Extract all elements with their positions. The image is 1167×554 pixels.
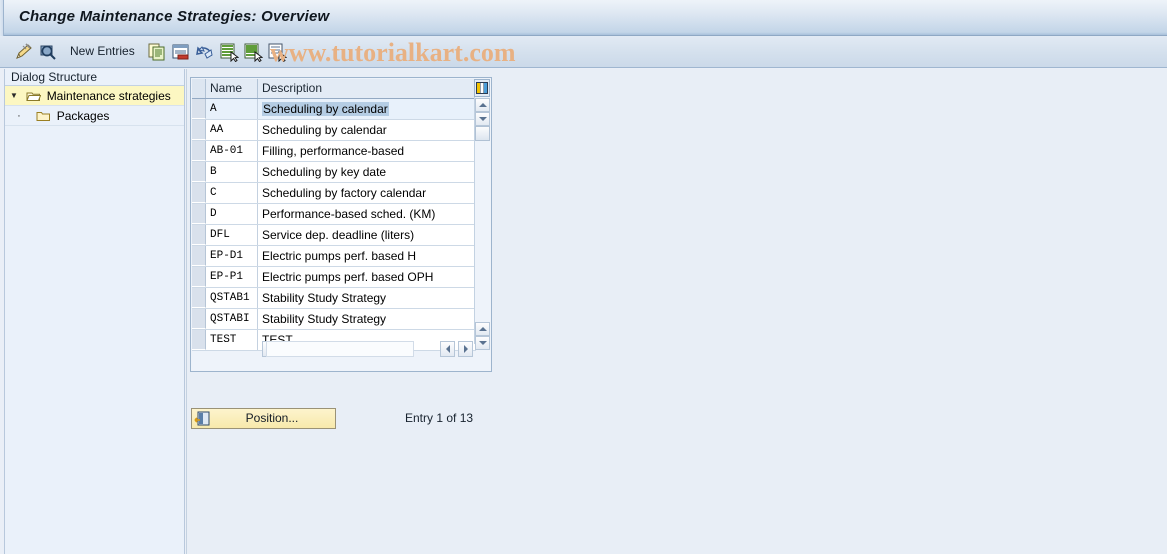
deselect-all-icon[interactable] (267, 42, 287, 62)
entry-count-label: Entry 1 of 13 (405, 411, 474, 425)
hscroll-first-column-button[interactable] (440, 341, 455, 357)
new-entries-button[interactable]: New Entries (70, 44, 135, 58)
cell-description[interactable]: Stability Study Strategy (258, 309, 474, 329)
sidebar-item-label: Maintenance strategies (46, 89, 171, 103)
cell-name[interactable]: AB-01 (206, 141, 258, 161)
sidebar-item-packages[interactable]: · Packages (5, 106, 184, 126)
cell-name[interactable]: C (206, 183, 258, 203)
row-select-button[interactable] (192, 288, 206, 308)
grid-body: A Scheduling by calendar AA Scheduling by c… (192, 99, 476, 351)
row-select-button[interactable] (192, 246, 206, 266)
page-title: Change Maintenance Strategies: Overview (19, 8, 330, 25)
cell-name[interactable]: A (206, 99, 258, 119)
cell-description[interactable]: Scheduling by key date (258, 162, 474, 182)
copy-as-icon[interactable] (147, 42, 167, 62)
select-all-icon[interactable] (219, 42, 239, 62)
table-row[interactable]: AA Scheduling by calendar (192, 120, 476, 141)
table-row[interactable]: B Scheduling by key date (192, 162, 476, 183)
position-button[interactable]: Position... (191, 408, 336, 429)
cell-description[interactable]: Electric pumps perf. based H (258, 246, 474, 266)
cell-description[interactable]: Electric pumps perf. based OPH (258, 267, 474, 287)
cell-description[interactable]: Stability Study Strategy (258, 288, 474, 308)
cell-name[interactable]: QSTAB1 (206, 288, 258, 308)
cell-name[interactable]: B (206, 162, 258, 182)
grid-horizontal-scrollbar[interactable] (192, 341, 476, 359)
cell-description[interactable]: Service dep. deadline (liters) (258, 225, 474, 245)
application-toolbar: New Entries (0, 36, 1167, 68)
row-select-button[interactable] (192, 267, 206, 287)
cell-description[interactable]: Filling, performance-based (258, 141, 474, 161)
cell-description[interactable]: Scheduling by calendar (258, 120, 474, 140)
cell-name[interactable]: QSTABI (206, 309, 258, 329)
table-row[interactable]: DFL Service dep. deadline (liters) (192, 225, 476, 246)
cell-description[interactable]: Scheduling by calendar (258, 99, 474, 119)
undo-icon[interactable] (195, 42, 215, 62)
dialog-structure-header: Dialog Structure (5, 69, 184, 86)
cell-name[interactable]: EP-P1 (206, 267, 258, 287)
cell-name[interactable]: DFL (206, 225, 258, 245)
scroll-track[interactable] (475, 141, 490, 322)
cell-name[interactable]: D (206, 204, 258, 224)
scroll-down-button[interactable] (475, 112, 490, 126)
row-select-button[interactable] (192, 183, 206, 203)
cell-description[interactable]: Performance-based sched. (KM) (258, 204, 474, 224)
grid-header-description[interactable]: Description (258, 79, 474, 98)
hscroll-last-column-button[interactable] (458, 341, 473, 357)
grid-vertical-scrollbar[interactable] (474, 79, 490, 350)
select-block-icon[interactable] (243, 42, 263, 62)
cell-name[interactable]: AA (206, 120, 258, 140)
grid-header-name[interactable]: Name (206, 79, 258, 98)
table-row[interactable]: D Performance-based sched. (KM) (192, 204, 476, 225)
change-display-pencil-icon[interactable] (14, 42, 34, 62)
hscroll-track[interactable] (266, 341, 414, 357)
table-row[interactable]: C Scheduling by factory calendar (192, 183, 476, 204)
table-row[interactable]: QSTABI Stability Study Strategy (192, 309, 476, 330)
magnifier-display-icon[interactable] (38, 42, 58, 62)
table-row[interactable]: A Scheduling by calendar (192, 99, 476, 120)
scroll-up-button[interactable] (475, 98, 490, 112)
table-row[interactable]: EP-D1 Electric pumps perf. based H (192, 246, 476, 267)
sidebar-item-maintenance-strategies[interactable]: ▼ Maintenance strategies (5, 86, 184, 106)
cell-description[interactable]: Scheduling by factory calendar (258, 183, 474, 203)
scroll-page-down-button[interactable] (475, 336, 490, 350)
delete-row-icon[interactable] (171, 42, 191, 62)
cell-description-text: Scheduling by calendar (262, 102, 389, 116)
table-row[interactable]: AB-01 Filling, performance-based (192, 141, 476, 162)
folder-icon (36, 108, 51, 121)
row-select-button[interactable] (192, 141, 206, 161)
scroll-thumb[interactable] (475, 126, 490, 141)
cell-name[interactable]: EP-D1 (206, 246, 258, 266)
grid-settings-icon[interactable] (474, 79, 490, 97)
position-icon (194, 411, 210, 427)
row-select-button[interactable] (192, 225, 206, 245)
maintenance-strategies-table-panel: Name Description A Scheduling by calendar… (190, 77, 492, 372)
table-row[interactable]: QSTAB1 Stability Study Strategy (192, 288, 476, 309)
position-button-label: Position... (245, 411, 299, 425)
maintenance-strategies-grid: Name Description A Scheduling by calendar… (192, 79, 476, 351)
row-select-button[interactable] (192, 99, 206, 119)
dialog-structure-panel: Dialog Structure ▼ Maintenance strategie… (4, 69, 185, 554)
row-select-button[interactable] (192, 120, 206, 140)
chevron-down-icon[interactable]: ▼ (5, 86, 23, 106)
table-row[interactable]: EP-P1 Electric pumps perf. based OPH (192, 267, 476, 288)
title-bar-left-rule (0, 0, 4, 36)
window-title-bar: Change Maintenance Strategies: Overview (0, 0, 1167, 36)
tree-bullet-icon: · (17, 110, 21, 122)
grid-header-row: Name Description (192, 79, 476, 99)
open-folder-icon (26, 88, 42, 101)
scroll-page-up-button[interactable] (475, 322, 490, 336)
grid-header-select-all-cell[interactable] (192, 79, 206, 98)
row-select-button[interactable] (192, 204, 206, 224)
row-select-button[interactable] (192, 162, 206, 182)
row-select-button[interactable] (192, 309, 206, 329)
sidebar-item-label: Packages (56, 109, 110, 123)
